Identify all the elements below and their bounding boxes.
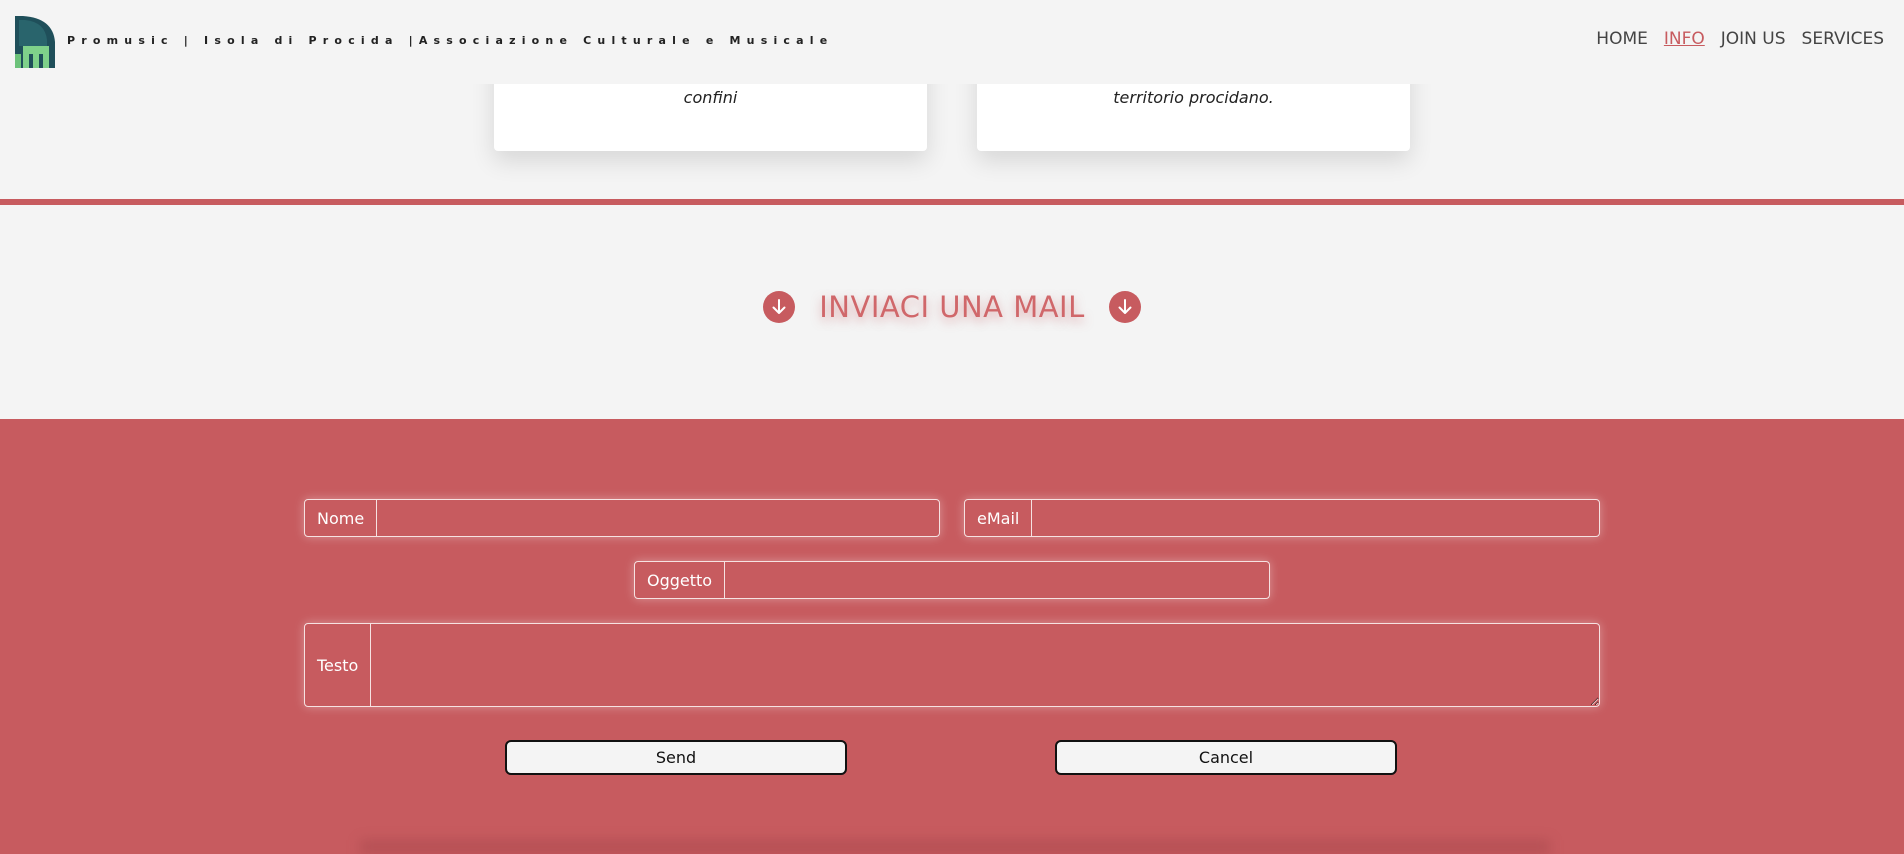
card-text: territorio procidano. [1113, 88, 1274, 107]
site-title[interactable]: Promusic | Isola di Procida |Associazion… [67, 34, 833, 47]
send-button[interactable]: Send [505, 740, 847, 775]
arrow-down-icon [1108, 291, 1141, 323]
oggetto-field: Oggetto [634, 561, 1270, 599]
email-label: eMail [965, 500, 1033, 536]
email-field: eMail [964, 499, 1600, 537]
footer-shadow [360, 840, 1550, 854]
nav-join-us[interactable]: JOIN US [1721, 29, 1786, 49]
nome-field: Nome [304, 499, 940, 537]
arrow-down-icon [763, 291, 796, 323]
nav-home[interactable]: HOME [1596, 29, 1648, 49]
oggetto-label: Oggetto [635, 562, 726, 598]
mail-section-heading: INVIACI UNA MAIL [0, 290, 1904, 324]
promusic-logo-icon[interactable] [15, 16, 57, 68]
site-header: Promusic | Isola di Procida |Associazion… [0, 0, 1904, 84]
email-input[interactable] [1032, 500, 1599, 536]
nome-input[interactable] [377, 500, 939, 536]
main-nav: HOME INFO JOIN US SERVICES [1596, 29, 1884, 49]
testo-textarea[interactable] [371, 624, 1599, 706]
testo-field: Testo [304, 623, 1600, 707]
section-divider [0, 199, 1904, 205]
testo-label: Testo [305, 624, 372, 706]
card-text: confini [683, 88, 738, 107]
nome-label: Nome [305, 500, 378, 536]
nav-info[interactable]: INFO [1664, 29, 1705, 49]
cancel-button[interactable]: Cancel [1055, 740, 1397, 775]
nav-services[interactable]: SERVICES [1802, 29, 1884, 49]
oggetto-input[interactable] [725, 562, 1269, 598]
section-title: INVIACI UNA MAIL [819, 290, 1085, 324]
